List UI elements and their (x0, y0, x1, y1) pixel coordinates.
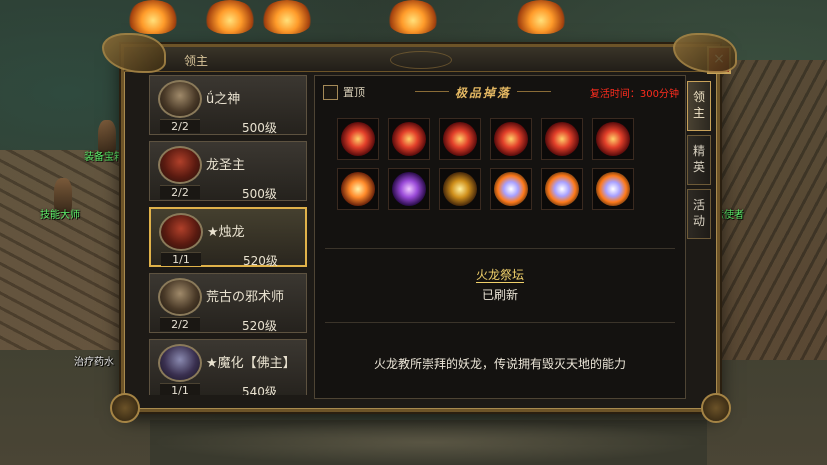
boss-level: 540级 (242, 385, 277, 395)
npc-skill-label[interactable]: 技能大师 (40, 206, 80, 221)
npc-equip-label[interactable]: 装备宝箱 (84, 148, 124, 163)
purple-crown-icon (392, 172, 426, 206)
title-ornament-icon (389, 51, 452, 69)
torch-fire-icon (262, 0, 312, 34)
boss-count: 1/1 (160, 383, 200, 395)
stone-floor (150, 420, 707, 465)
drop-item-slot[interactable] (490, 168, 532, 210)
respawn-timer: 复活时间：300分钟 (589, 89, 679, 100)
torch-fire-icon (128, 0, 178, 34)
drop-item-slot[interactable] (592, 118, 634, 160)
boss-name: ★烛龙 (207, 225, 245, 240)
drop-item-slot[interactable] (388, 168, 430, 210)
boss-name: 荒古の邪术师 (206, 290, 285, 305)
drops-title: 极品掉落 (414, 86, 552, 100)
divider (325, 248, 675, 249)
fire-orb-icon (494, 172, 528, 206)
boss-level: 500级 (242, 121, 277, 135)
boss-count: 2/2 (160, 119, 200, 133)
boss-count: 2/2 (160, 185, 200, 199)
drop-item-slot[interactable] (541, 118, 583, 160)
boss-entry[interactable]: 2/2 荒古の邪术师 520级 (149, 273, 307, 333)
red-rune-icon (494, 122, 528, 156)
boss-entry[interactable]: 2/2 龙圣主 500级 (149, 141, 307, 201)
boss-level: 520级 (243, 254, 278, 268)
location-link[interactable]: 火龙祭坛 (315, 266, 685, 283)
boss-entry[interactable]: 1/1 ★魔化【佛主】 540级 (149, 339, 307, 395)
boss-name: 龙圣主 (206, 158, 246, 173)
pin-label[interactable]: 置顶 (343, 84, 365, 100)
boss-portrait (158, 80, 202, 118)
boss-detail-panel: 置顶 极品掉落 复活时间：300分钟 火龙祭坛 已刷新 火龙教所崇拜的妖龙，传说… (314, 75, 686, 399)
boss-portrait (159, 213, 203, 251)
boss-entry[interactable]: 2/2 ǘ之神 500级 (149, 75, 307, 135)
tab-elite[interactable]: 精 英 (687, 135, 711, 185)
gold-armor-icon (443, 172, 477, 206)
torch-fire-icon (516, 0, 566, 34)
drop-item-slot[interactable] (337, 118, 379, 160)
window-titlebar[interactable]: 领主 (124, 47, 717, 72)
red-rune-icon (392, 122, 426, 156)
fire-orb-icon (545, 172, 579, 206)
boss-name: ★魔化【佛主】 (206, 356, 296, 371)
fire-orb-icon (596, 172, 630, 206)
drop-item-slot[interactable] (388, 118, 430, 160)
corner-ornament-icon (701, 393, 731, 423)
torch-fire-icon (388, 0, 438, 34)
corner-ornament-icon (110, 393, 140, 423)
location-name[interactable]: 火龙祭坛 (475, 268, 524, 283)
torch-fire-icon (205, 0, 255, 34)
boss-portrait (158, 146, 202, 184)
boss-entry-selected[interactable]: 1/1 ★烛龙 520级 (149, 207, 307, 268)
boss-name: ǘ之神 (206, 92, 241, 107)
boss-level: 520级 (242, 319, 277, 333)
drop-item-slot[interactable] (439, 118, 481, 160)
boss-portrait (158, 278, 202, 316)
boss-count: 2/2 (160, 317, 200, 331)
boss-window: 领主 × 2/2 ǘ之神 500级 2/2 龙圣主 500级 1/1 ★烛龙 5… (102, 33, 737, 423)
divider (325, 322, 675, 323)
boss-level: 500级 (242, 187, 277, 201)
window-title: 领主 (184, 54, 209, 68)
npc-heal-label[interactable]: 治疗药水 (74, 353, 114, 368)
tab-lord[interactable]: 领 主 (687, 81, 711, 131)
drop-item-slot[interactable] (541, 168, 583, 210)
red-rune-icon (545, 122, 579, 156)
drop-item-slot[interactable] (439, 168, 481, 210)
fire-ring-icon (341, 172, 375, 206)
drop-item-slot[interactable] (592, 168, 634, 210)
boss-description: 火龙教所崇拜的妖龙，传说拥有毁灭天地的能力 (373, 357, 626, 371)
side-tabs: 领 主 精 英 活 动 (687, 81, 711, 243)
boss-count: 1/1 (161, 252, 201, 266)
boss-list[interactable]: 2/2 ǘ之神 500级 2/2 龙圣主 500级 1/1 ★烛龙 520级 2… (149, 75, 309, 395)
tab-event[interactable]: 活 动 (687, 189, 711, 239)
red-rune-icon (341, 122, 375, 156)
red-rune-icon (596, 122, 630, 156)
drop-item-slot[interactable] (337, 168, 379, 210)
pin-checkbox[interactable] (323, 85, 338, 100)
red-rune-icon (443, 122, 477, 156)
boss-portrait (158, 344, 202, 382)
spawn-status: 已刷新 (481, 288, 518, 302)
drop-item-slot[interactable] (490, 118, 532, 160)
